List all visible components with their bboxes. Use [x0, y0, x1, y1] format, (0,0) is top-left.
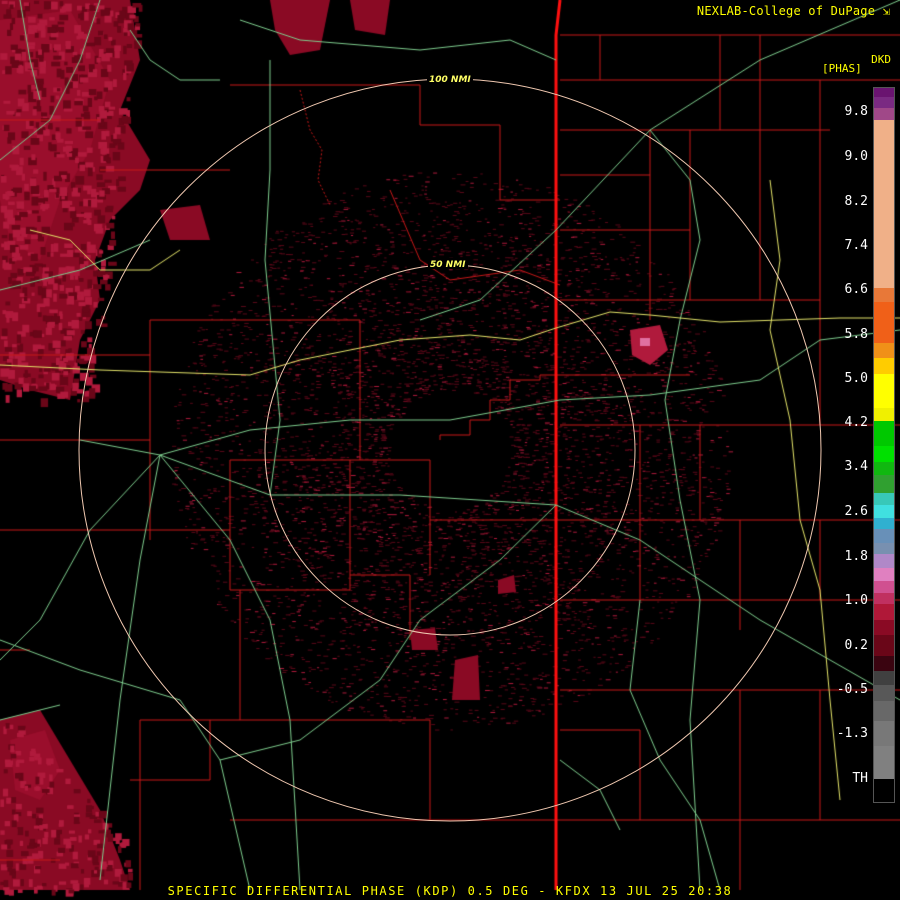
link-arrow-icon: ⇲ — [882, 4, 890, 18]
ring-label-100nmi: 100 NMI — [429, 75, 471, 85]
range-ring-100nmi — [78, 78, 822, 822]
color-scale-segment — [874, 581, 894, 594]
color-scale-segment — [874, 554, 894, 569]
color-scale-segment — [874, 358, 894, 375]
color-scale-tick: 6.6 — [844, 282, 868, 297]
color-scale-bar — [873, 87, 895, 803]
color-scale-segment — [874, 655, 894, 672]
color-scale-tick: 7.4 — [844, 238, 868, 253]
color-scale-segment — [874, 108, 894, 121]
color-scale-tick: 8.2 — [844, 194, 868, 209]
color-scale-segment — [874, 592, 894, 605]
color-scale-tick: 0.2 — [844, 638, 868, 653]
ring-label-50nmi: 50 NMI — [430, 260, 466, 270]
color-scale-tick: 1.8 — [844, 549, 868, 564]
color-scale-tick: -1.3 — [836, 726, 868, 741]
units-label: [PHAS] — [822, 62, 862, 75]
color-scale-segment — [874, 700, 894, 722]
color-scale-segment — [874, 671, 894, 686]
color-scale-tick: 1.0 — [844, 593, 868, 608]
color-scale-segment — [874, 518, 894, 530]
color-scale-segment — [874, 446, 894, 463]
product-code: DKD — [871, 53, 891, 66]
color-scale-tick: 9.8 — [844, 104, 868, 119]
color-scale-segment — [874, 493, 894, 506]
color-scale-segment — [874, 745, 894, 780]
color-scale-tick: 9.0 — [844, 149, 868, 164]
color-scale-tick: 5.0 — [844, 371, 868, 386]
color-scale-tick: 2.6 — [844, 504, 868, 519]
color-scale-segment — [874, 97, 894, 109]
color-scale-tick: 4.2 — [844, 415, 868, 430]
color-scale-segment — [874, 684, 894, 702]
color-scale-segment — [874, 475, 894, 494]
color-scale-segment — [874, 603, 894, 621]
color-scale-tick: TH — [852, 771, 868, 786]
color-scale-tick: 3.4 — [844, 459, 868, 474]
color-scale-segment — [874, 635, 894, 657]
color-scale-segment — [874, 288, 894, 303]
color-scale-segment — [874, 567, 894, 582]
credit-text: NEXLAB-College of DuPage — [696, 4, 876, 18]
color-scale-segment — [874, 720, 894, 747]
color-scale-segment — [874, 374, 894, 409]
color-scale-segment — [874, 529, 894, 544]
color-scale-segment — [874, 504, 894, 519]
color-scale-tick: 5.8 — [844, 327, 868, 342]
color-scale-segment — [874, 119, 894, 289]
range-ring-overlay: 100 NMI 50 NMI — [78, 73, 822, 822]
color-scale-segment — [874, 461, 894, 476]
range-ring-50nmi — [264, 264, 636, 636]
color-scale-segment — [874, 407, 894, 422]
color-scale-segment — [874, 301, 894, 343]
color-scale-segment — [874, 342, 894, 359]
product-caption: SPECIFIC DIFFERENTIAL PHASE (KDP) 0.5 DE… — [167, 884, 733, 898]
color-scale-segment — [874, 421, 894, 447]
color-scale-segment — [874, 779, 894, 803]
color-scale-tick: -0.5 — [836, 682, 868, 697]
color-scale-segment — [874, 619, 894, 636]
color-scale-segment — [874, 542, 894, 555]
credit-label[interactable]: NEXLAB-College of DuPage ⇲ — [697, 4, 890, 18]
